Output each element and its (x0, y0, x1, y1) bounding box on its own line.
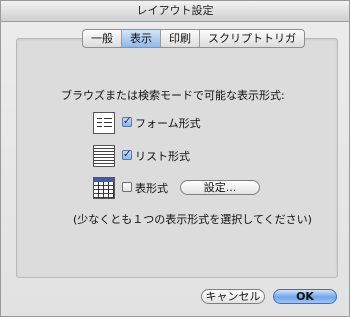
list-view-checkbox[interactable]: ✓ (122, 150, 132, 160)
table-view-icon (93, 177, 115, 199)
list-view-icon (93, 145, 115, 167)
view-format-prompt: ブラウズまたは検索モードで可能な表示形式: (61, 89, 285, 102)
selection-note: (少なくとも１つの表示形式を選択してください) (73, 213, 312, 226)
ok-button[interactable]: OK (273, 289, 337, 304)
table-view-label: 表形式 (135, 182, 168, 195)
list-view-label: リスト形式 (135, 150, 190, 163)
table-settings-button[interactable]: 設定... (180, 180, 260, 195)
form-view-icon (93, 112, 115, 134)
tab-general[interactable]: 一般 (83, 30, 122, 47)
tab-display[interactable]: 表示 (122, 30, 161, 47)
tab-print[interactable]: 印刷 (161, 30, 200, 47)
form-view-checkbox[interactable]: ✓ (122, 117, 132, 127)
layout-settings-dialog: レイアウト設定 一般 表示 印刷 スクリプトトリガ ブラウズまたは検索モードで可… (0, 0, 350, 317)
tab-bar: 一般 表示 印刷 スクリプトトリガ (82, 29, 305, 48)
cancel-button[interactable]: キャンセル (201, 289, 265, 304)
form-view-label: フォーム形式 (135, 117, 201, 130)
table-view-checkbox[interactable] (122, 182, 132, 192)
tab-script-triggers[interactable]: スクリプトトリガ (200, 30, 304, 47)
window-title: レイアウト設定 (1, 1, 349, 22)
